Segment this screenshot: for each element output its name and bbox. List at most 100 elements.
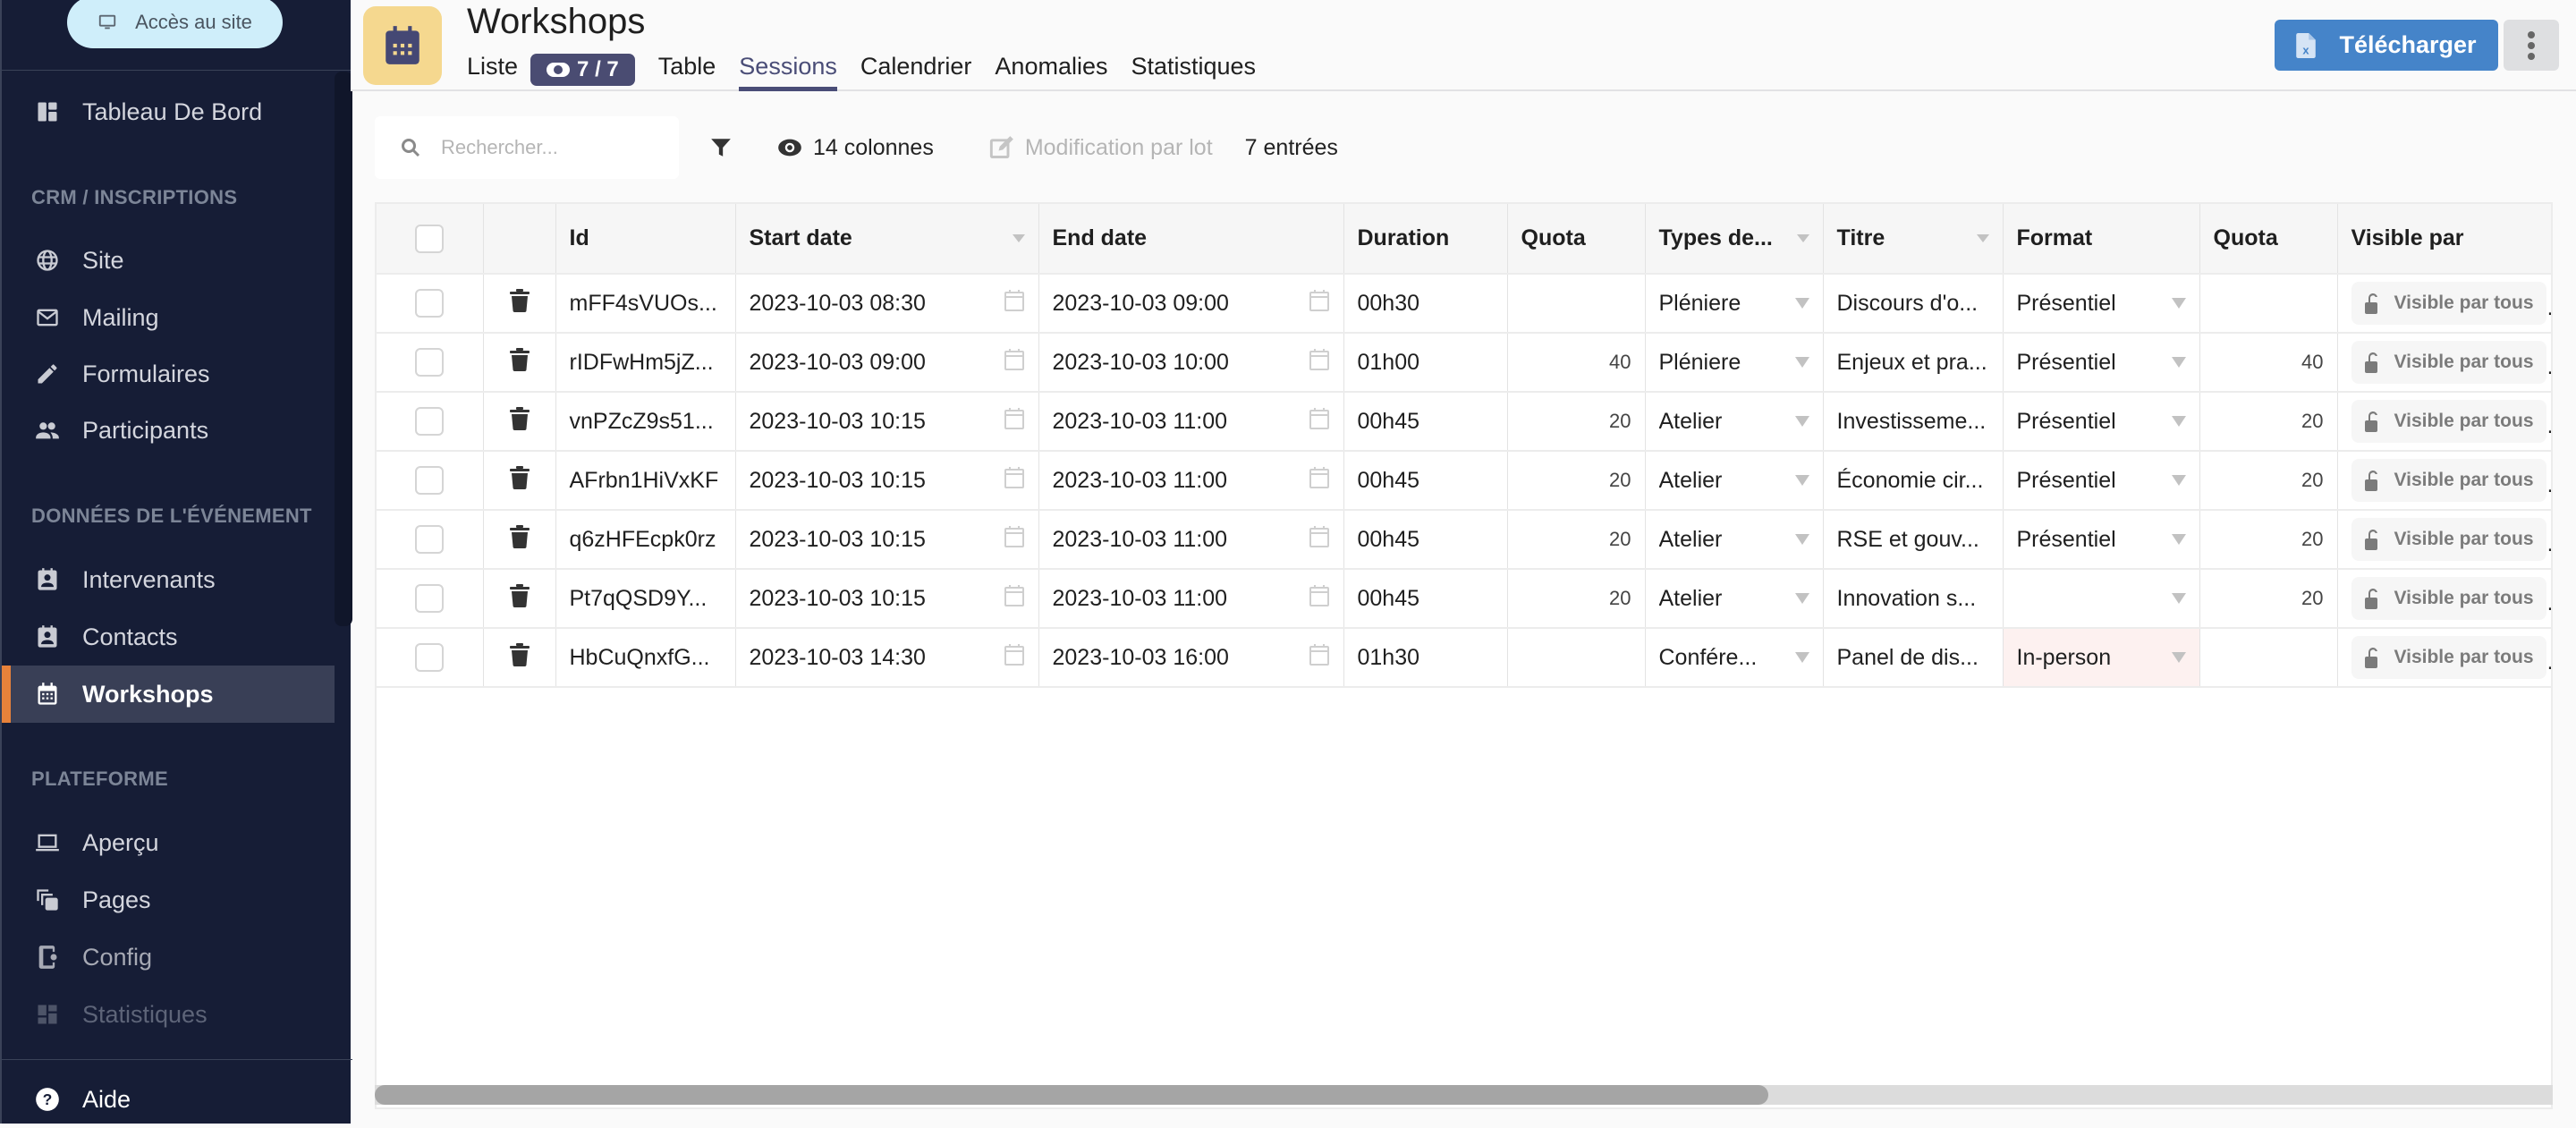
delete-button[interactable] bbox=[509, 583, 530, 614]
cell-start-date[interactable]: 2023-10-03 10:15 bbox=[735, 451, 1039, 511]
tab-sessions[interactable]: Sessions bbox=[739, 50, 837, 91]
cell-start-date[interactable]: 2023-10-03 14:30 bbox=[735, 628, 1039, 688]
calendar-picker-icon[interactable] bbox=[1309, 348, 1330, 377]
delete-button[interactable] bbox=[509, 465, 530, 496]
delete-button[interactable] bbox=[509, 524, 530, 555]
cell-start-date[interactable]: 2023-10-03 10:15 bbox=[735, 569, 1039, 629]
cell-titre[interactable]: Investisseme... bbox=[1823, 392, 2004, 452]
cell-end-date[interactable]: 2023-10-03 11:00 bbox=[1038, 451, 1344, 511]
delete-button[interactable] bbox=[509, 347, 530, 377]
cell-start-date[interactable]: 2023-10-03 10:15 bbox=[735, 510, 1039, 570]
sidebar-item-intervenants[interactable]: Intervenants bbox=[2, 551, 335, 608]
visibility-chip[interactable]: Visible par tous bbox=[2351, 341, 2546, 384]
calendar-picker-icon[interactable] bbox=[1309, 466, 1330, 496]
cell-quota[interactable]: 20 bbox=[1507, 510, 1646, 570]
cell-visible-par[interactable]: Visible par tous bbox=[2337, 333, 2551, 393]
row-checkbox[interactable] bbox=[415, 348, 445, 377]
sidebar-item-site[interactable]: Site bbox=[2, 232, 335, 289]
row-checkbox[interactable] bbox=[415, 525, 445, 554]
cell-format[interactable]: Présentiel bbox=[2003, 392, 2200, 452]
sort-caret-icon[interactable] bbox=[1796, 234, 1809, 242]
dropdown-caret-icon[interactable] bbox=[1794, 357, 1809, 368]
table-row[interactable]: vnPZcZ9s51... 2023-10-03 10:15 2023-10-0… bbox=[377, 392, 2551, 452]
tab-table[interactable]: Table bbox=[658, 50, 716, 89]
cell-quota-2[interactable] bbox=[2199, 274, 2338, 334]
cell-duration[interactable]: 01h00 bbox=[1343, 333, 1508, 393]
column-header-visible-par[interactable]: Visible par bbox=[2337, 204, 2551, 275]
visibility-chip[interactable]: Visible par tous bbox=[2351, 459, 2546, 502]
calendar-picker-icon[interactable] bbox=[1004, 289, 1025, 318]
dropdown-caret-icon[interactable] bbox=[1794, 475, 1809, 486]
calendar-picker-icon[interactable] bbox=[1004, 584, 1025, 614]
horizontal-scrollbar[interactable] bbox=[375, 1085, 2553, 1105]
cell-id[interactable]: vnPZcZ9s51... bbox=[555, 392, 736, 452]
cell-format[interactable]: In-person bbox=[2003, 628, 2200, 688]
delete-button[interactable] bbox=[509, 406, 530, 437]
cell-id[interactable]: mFF4sVUOs... bbox=[555, 274, 736, 334]
cell-visible-par[interactable]: Visible par tous bbox=[2337, 451, 2551, 511]
calendar-picker-icon[interactable] bbox=[1309, 289, 1330, 318]
table-row[interactable]: rIDFwHm5jZ... 2023-10-03 09:00 2023-10-0… bbox=[377, 333, 2551, 393]
sort-caret-icon[interactable] bbox=[1012, 234, 1025, 242]
cell-type[interactable]: Pléniere bbox=[1645, 274, 1824, 334]
cell-format[interactable]: Présentiel bbox=[2003, 451, 2200, 511]
select-all-checkbox[interactable] bbox=[415, 224, 445, 253]
count-badge[interactable]: 7 / 7 bbox=[530, 54, 635, 86]
sort-caret-icon[interactable] bbox=[1976, 234, 1989, 242]
cell-id[interactable]: AFrbn1HiVxKF bbox=[555, 451, 736, 511]
cell-type[interactable]: Confére... bbox=[1645, 628, 1824, 688]
column-header-start-date[interactable]: Start date bbox=[735, 204, 1039, 275]
cell-format[interactable]: Présentiel bbox=[2003, 333, 2200, 393]
cell-duration[interactable]: 00h45 bbox=[1343, 451, 1508, 511]
download-button[interactable]: x Télécharger bbox=[2275, 20, 2498, 71]
cell-end-date[interactable]: 2023-10-03 11:00 bbox=[1038, 392, 1344, 452]
dropdown-caret-icon[interactable] bbox=[1794, 416, 1809, 427]
cell-duration[interactable]: 00h45 bbox=[1343, 569, 1508, 629]
search-input[interactable] bbox=[441, 136, 656, 159]
dropdown-caret-icon[interactable] bbox=[1794, 298, 1809, 309]
cell-format[interactable] bbox=[2003, 569, 2200, 629]
cell-type[interactable]: Atelier bbox=[1645, 510, 1824, 570]
cell-quota[interactable] bbox=[1507, 628, 1646, 688]
cell-type[interactable]: Pléniere bbox=[1645, 333, 1824, 393]
sidebar-item-formulaires[interactable]: Formulaires bbox=[2, 345, 335, 403]
cell-id[interactable]: rIDFwHm5jZ... bbox=[555, 333, 736, 393]
table-row[interactable]: q6zHFEcpk0rz 2023-10-03 10:15 2023-10-03… bbox=[377, 510, 2551, 570]
cell-type[interactable]: Atelier bbox=[1645, 451, 1824, 511]
cell-duration[interactable]: 01h30 bbox=[1343, 628, 1508, 688]
more-options-button[interactable] bbox=[2504, 20, 2559, 71]
sidebar-scrollbar[interactable] bbox=[335, 72, 352, 626]
cell-quota-2[interactable]: 20 bbox=[2199, 451, 2338, 511]
cell-visible-par[interactable]: Visible par tous bbox=[2337, 569, 2551, 629]
cell-titre[interactable]: Discours d'o... bbox=[1823, 274, 2004, 334]
visibility-chip[interactable]: Visible par tous bbox=[2351, 400, 2546, 443]
dropdown-caret-icon[interactable] bbox=[1794, 593, 1809, 604]
cell-quota-2[interactable]: 20 bbox=[2199, 392, 2338, 452]
sidebar-item-apercu[interactable]: Aperçu bbox=[2, 814, 335, 871]
sidebar-item-contacts[interactable]: Contacts bbox=[2, 608, 335, 666]
cell-format[interactable]: Présentiel bbox=[2003, 274, 2200, 334]
cell-quota[interactable]: 20 bbox=[1507, 451, 1646, 511]
cell-titre[interactable]: Économie cir... bbox=[1823, 451, 2004, 511]
cell-quota-2[interactable] bbox=[2199, 628, 2338, 688]
tab-anomalies[interactable]: Anomalies bbox=[995, 50, 1107, 89]
dropdown-caret-icon[interactable] bbox=[2171, 416, 2186, 427]
visibility-chip[interactable]: Visible par tous bbox=[2351, 577, 2546, 620]
cell-type[interactable]: Atelier bbox=[1645, 569, 1824, 629]
row-checkbox[interactable] bbox=[415, 584, 445, 613]
cell-duration[interactable]: 00h30 bbox=[1343, 274, 1508, 334]
cell-titre[interactable]: RSE et gouv... bbox=[1823, 510, 2004, 570]
column-header-quota[interactable]: Quota bbox=[1507, 204, 1646, 275]
row-checkbox[interactable] bbox=[415, 643, 445, 672]
row-checkbox[interactable] bbox=[415, 466, 445, 495]
sidebar-item-pages[interactable]: Pages bbox=[2, 871, 335, 929]
visibility-chip[interactable]: Visible par tous bbox=[2351, 282, 2546, 325]
delete-button[interactable] bbox=[509, 642, 530, 673]
column-header-format[interactable]: Format bbox=[2003, 204, 2200, 275]
calendar-picker-icon[interactable] bbox=[1004, 525, 1025, 555]
cell-quota-2[interactable]: 40 bbox=[2199, 333, 2338, 393]
cell-id[interactable]: Pt7qQSD9Y... bbox=[555, 569, 736, 629]
filter-button[interactable] bbox=[708, 134, 734, 161]
table-row[interactable]: mFF4sVUOs... 2023-10-03 08:30 2023-10-03… bbox=[377, 274, 2551, 334]
columns-button[interactable]: 14 colonnes bbox=[777, 135, 934, 161]
